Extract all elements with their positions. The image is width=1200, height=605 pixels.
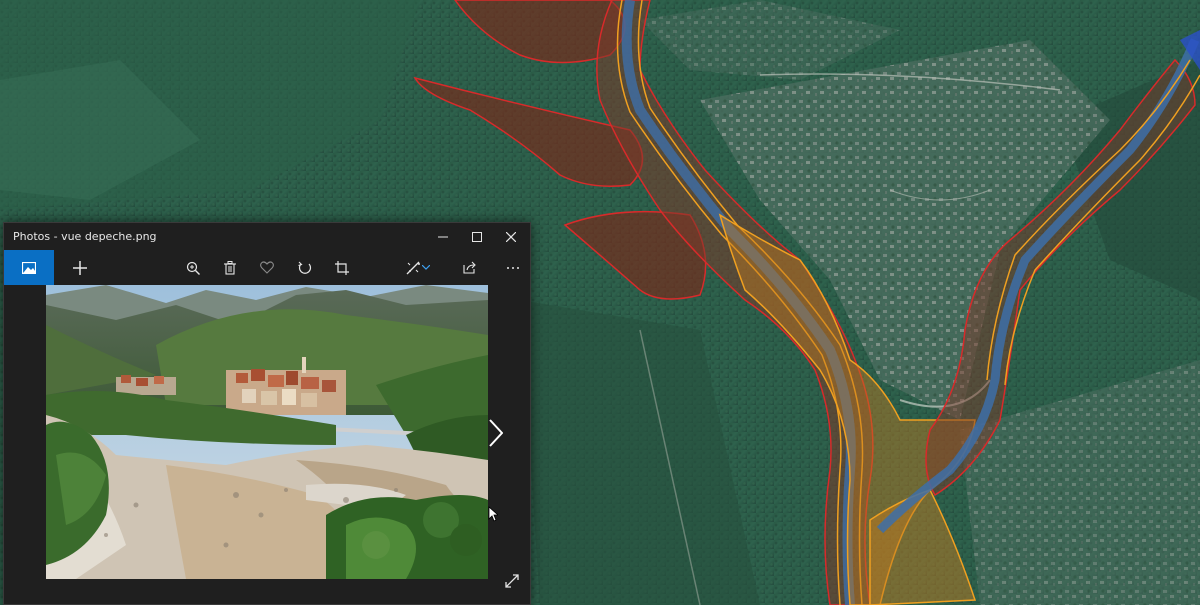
add-icon[interactable] [62,250,98,285]
photos-app-window[interactable]: Photos - vue depeche.png [3,222,531,605]
share-icon[interactable] [452,250,488,285]
minimize-icon[interactable] [426,223,460,250]
dropdown-icon[interactable] [416,250,436,285]
photo-view-icon[interactable] [4,250,54,285]
crop-icon[interactable] [324,250,360,285]
zoom-icon[interactable] [175,250,211,285]
more-icon[interactable] [495,250,531,285]
mouse-cursor-icon [488,506,500,526]
fullscreen-icon[interactable] [504,573,524,593]
displayed-photo[interactable] [46,285,488,579]
favorite-icon[interactable] [249,250,285,285]
window-title: Photos - vue depeche.png [13,230,157,243]
maximize-icon[interactable] [460,223,494,250]
delete-icon[interactable] [212,250,248,285]
rotate-icon[interactable] [287,250,323,285]
close-icon[interactable] [494,223,528,250]
window-titlebar[interactable]: Photos - vue depeche.png [4,223,530,250]
photos-toolbar [4,250,530,285]
next-photo-icon[interactable] [484,415,508,451]
